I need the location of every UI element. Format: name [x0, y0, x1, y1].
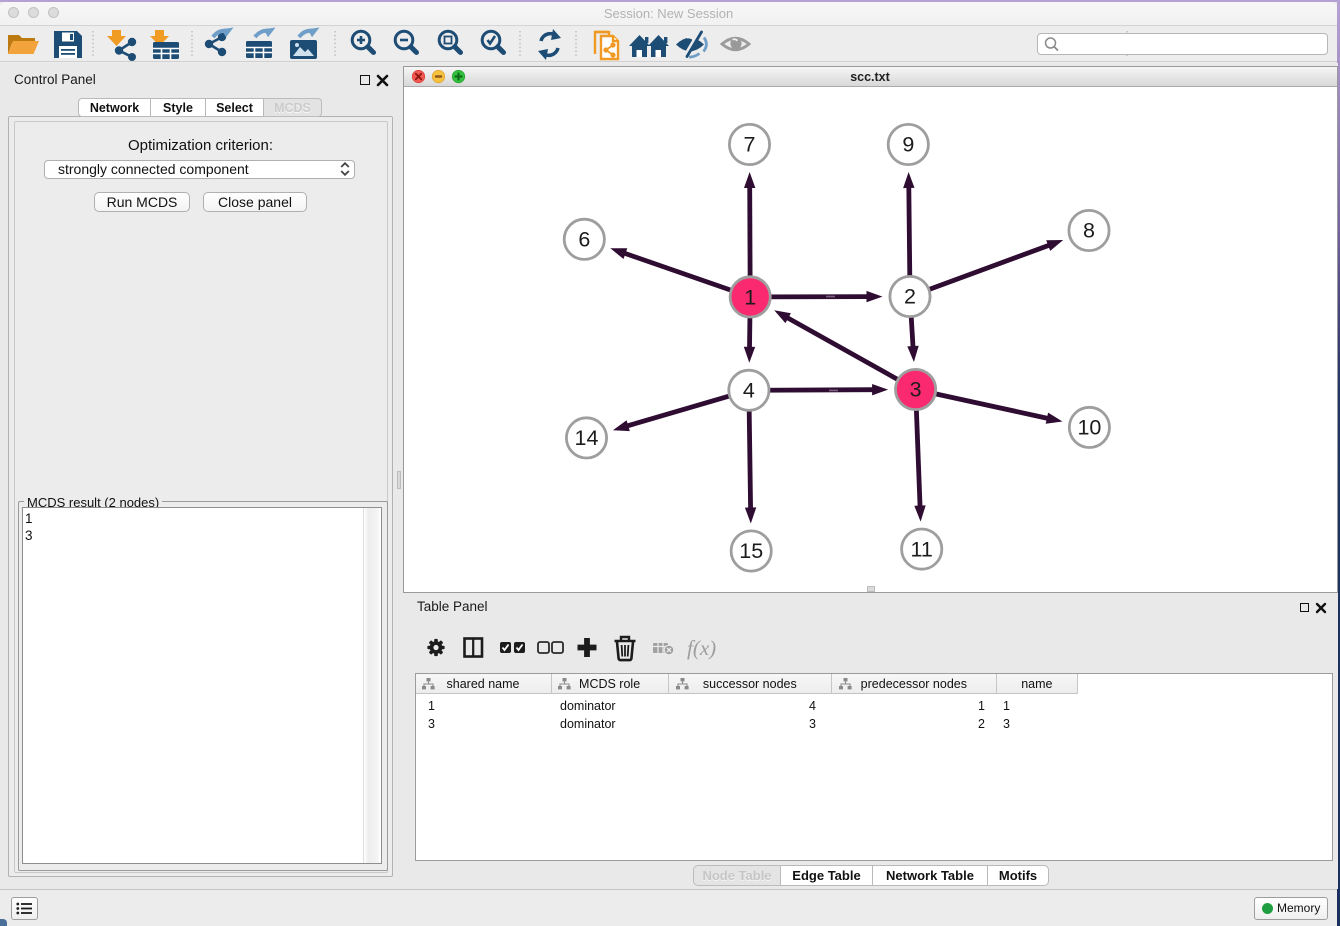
svg-text:f(x): f(x)	[687, 636, 716, 660]
svg-text:14: 14	[575, 426, 599, 450]
svg-text:4: 4	[743, 379, 755, 403]
svg-text:11: 11	[911, 537, 933, 561]
svg-text:3: 3	[910, 378, 922, 402]
svg-text:1: 1	[744, 285, 756, 309]
svg-text:10: 10	[1077, 416, 1101, 440]
svg-text:9: 9	[902, 133, 914, 157]
svg-text:2: 2	[904, 285, 916, 309]
svg-text:7: 7	[744, 133, 756, 157]
svg-text:8: 8	[1083, 219, 1095, 243]
svg-text:15: 15	[739, 539, 763, 563]
svg-text:6: 6	[578, 228, 590, 252]
